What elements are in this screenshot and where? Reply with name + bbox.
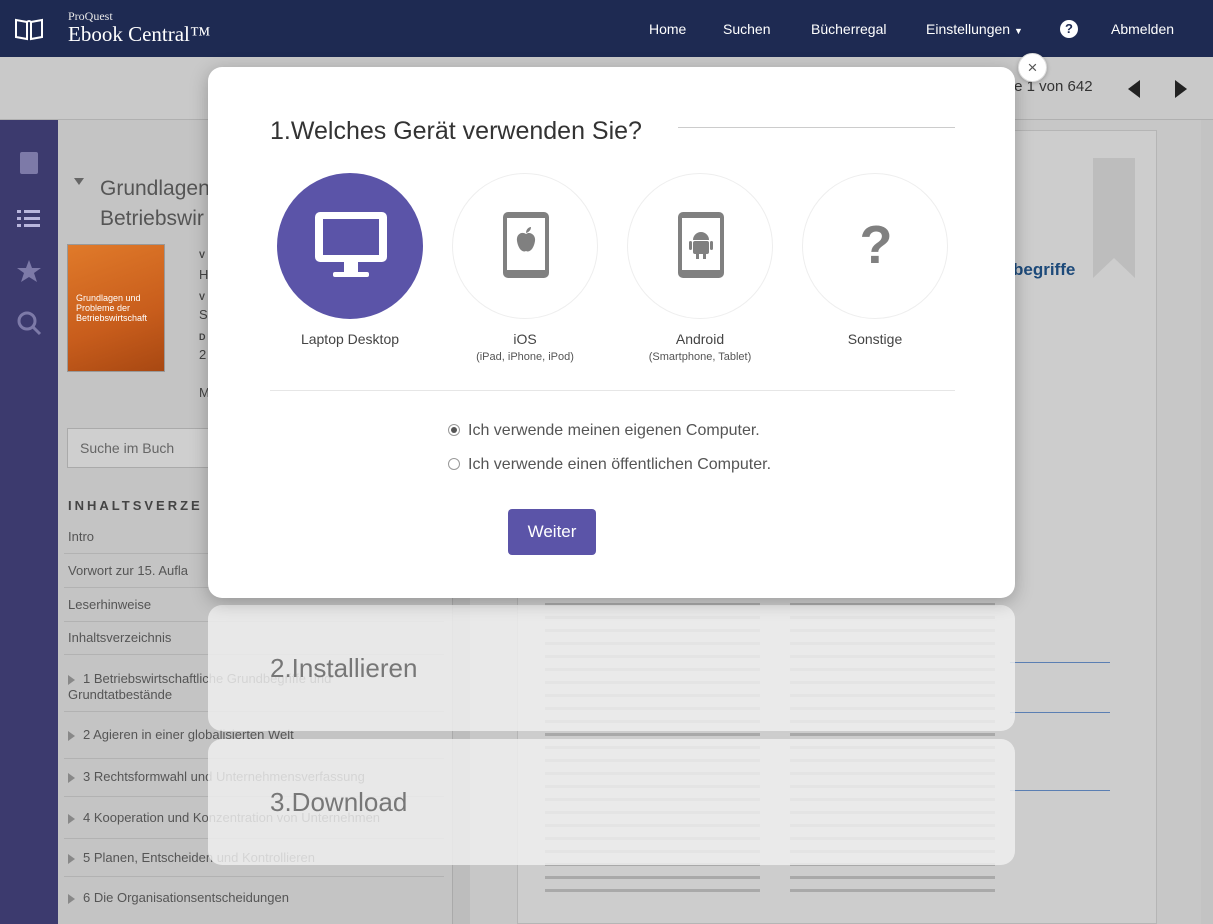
apple-tablet-icon: [503, 212, 549, 278]
nav-logout[interactable]: Abmelden: [1111, 21, 1174, 37]
question-mark-icon: ?: [859, 215, 893, 275]
book-icon[interactable]: [16, 150, 42, 176]
brand-logo[interactable]: ProQuest Ebook Central™: [68, 10, 210, 45]
radio-button[interactable]: [448, 458, 460, 470]
radio-public-computer[interactable]: Ich verwende einen öffentlichen Computer…: [448, 456, 771, 474]
modal-divider: [270, 390, 955, 391]
meta-fragment: V: [199, 250, 206, 260]
step-download-panel[interactable]: 3.Download: [208, 739, 1015, 865]
meta-fragment: S: [199, 307, 208, 322]
device-sublabel: (Smartphone, Tablet): [648, 351, 752, 363]
meta-fragment: V: [199, 292, 206, 302]
radio-button[interactable]: [448, 424, 460, 436]
expand-caret-icon[interactable]: [68, 674, 75, 685]
android-phone-icon: [678, 212, 724, 278]
device-label: Sonstige: [847, 331, 903, 347]
caret-down-icon: ▼: [1013, 26, 1023, 36]
help-icon[interactable]: ?: [1060, 20, 1078, 38]
toc-item-label: 6 Die Organisationsentscheidungen: [83, 890, 289, 905]
top-navbar: ProQuest Ebook Central™ Home Suchen Büch…: [0, 0, 1213, 57]
toc-heading: INHALTSVERZE: [68, 498, 203, 513]
device-option-other[interactable]: ? Sonstige: [802, 173, 948, 347]
nav-settings-label: Einstellungen: [926, 21, 1011, 37]
device-label: Android: [675, 331, 725, 347]
star-icon[interactable]: [16, 258, 42, 284]
device-circle[interactable]: [277, 173, 423, 319]
search-icon[interactable]: [16, 310, 42, 336]
chapter-heading-fragment: begriffe: [1013, 260, 1076, 279]
left-rail: [0, 120, 58, 924]
next-page-icon[interactable]: [1175, 80, 1187, 98]
device-circle[interactable]: [452, 173, 598, 319]
expand-caret-icon[interactable]: [68, 893, 75, 904]
nav-bookshelf[interactable]: Bücherregal: [811, 21, 887, 37]
radio-own-computer[interactable]: Ich verwende meinen eigenen Computer.: [448, 422, 760, 440]
continue-button[interactable]: Weiter: [508, 509, 596, 555]
book-search-input[interactable]: Suche im Buch: [67, 428, 217, 468]
device-option-ios[interactable]: iOS (iPad, iPhone, iPod): [452, 173, 598, 363]
device-circle[interactable]: ?: [802, 173, 948, 319]
toc-divider: [64, 876, 444, 877]
monitor-icon: [315, 212, 387, 277]
book-cover: Grundlagen und Probleme der Betriebswirt…: [67, 244, 165, 372]
toc-item[interactable]: Vorwort zur 15. Aufla: [68, 563, 188, 578]
device-sublabel: (iPad, iPhone, iPod): [476, 351, 574, 363]
expand-caret-icon[interactable]: [68, 813, 75, 824]
toc-item[interactable]: Intro: [68, 529, 94, 544]
cover-text: Grundlagen und Probleme der Betriebswirt…: [76, 293, 148, 323]
expand-caret-icon[interactable]: [68, 730, 75, 741]
open-book-icon[interactable]: [14, 17, 44, 41]
radio-public-label: Ich verwende einen öffentlichen Computer…: [468, 456, 772, 473]
nav-search[interactable]: Suchen: [723, 21, 770, 37]
book-title-line2: Betriebswir: [100, 207, 204, 230]
brand-small: ProQuest: [68, 9, 113, 23]
device-option-laptop[interactable]: Laptop Desktop: [277, 173, 423, 347]
prev-page-icon[interactable]: [1128, 80, 1140, 98]
margin-note: [1010, 662, 1110, 684]
page-indicator: te 1 von 642: [1010, 78, 1093, 95]
toc-item[interactable]: 6 Die Organisationsentscheidungen: [68, 890, 289, 905]
reader-scrollbar[interactable]: [1201, 120, 1213, 924]
step-install-label: 2.Installieren: [270, 653, 418, 683]
device-selection-modal: 1.Welches Gerät verwenden Sie? Laptop De…: [208, 67, 1015, 598]
book-title-line1: Grundlagen: [100, 177, 210, 200]
margin-note: [1010, 712, 1110, 748]
meta-fragment: D: [199, 332, 206, 342]
nav-home[interactable]: Home: [649, 21, 686, 37]
collapse-caret-icon[interactable]: [74, 178, 84, 185]
margin-note: [1010, 790, 1110, 848]
radio-own-label: Ich verwende meinen eigenen Computer.: [468, 422, 760, 439]
toc-item[interactable]: Leserhinweise: [68, 597, 151, 612]
step-download-label: 3.Download: [270, 787, 408, 817]
modal-title: 1.Welches Gerät verwenden Sie?: [270, 117, 642, 145]
device-label: Laptop Desktop: [300, 331, 400, 347]
expand-caret-icon[interactable]: [68, 772, 75, 783]
nav-settings[interactable]: Einstellungen ▼: [926, 21, 1023, 37]
toc-item-continuation[interactable]: Grundtatbestände: [68, 687, 172, 702]
title-divider: [678, 127, 955, 128]
expand-caret-icon[interactable]: [68, 853, 75, 864]
bookmark-ribbon-icon[interactable]: [1093, 158, 1135, 278]
book-title: Grundlagen Betriebswir: [100, 174, 210, 234]
close-icon[interactable]: ×: [1018, 53, 1047, 82]
meta-fragment: H: [199, 267, 209, 282]
toc-item[interactable]: Inhaltsverzeichnis: [68, 630, 171, 645]
device-option-android[interactable]: Android (Smartphone, Tablet): [627, 173, 773, 363]
device-circle[interactable]: [627, 173, 773, 319]
meta-fragment: 2: [199, 347, 207, 362]
device-label: iOS: [513, 331, 537, 347]
toc-list-icon[interactable]: [16, 206, 42, 232]
step-install-panel[interactable]: 2.Installieren: [208, 605, 1015, 731]
brand-name: Ebook Central™: [68, 22, 211, 46]
